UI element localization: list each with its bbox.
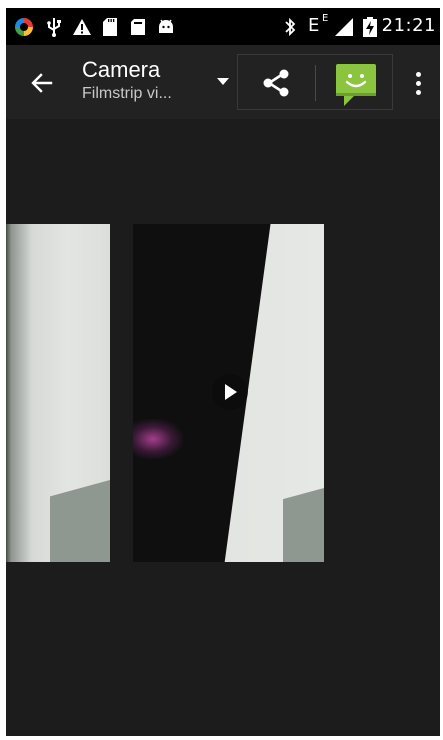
share-to-messaging-button[interactable] bbox=[332, 60, 380, 108]
battery-charging-icon bbox=[360, 17, 380, 37]
page-title: Camera bbox=[82, 57, 161, 82]
play-button[interactable] bbox=[212, 374, 248, 410]
arrow-left-icon bbox=[31, 73, 53, 93]
android-debug-icon bbox=[156, 17, 176, 37]
more-vert-icon bbox=[415, 71, 421, 77]
share-icon bbox=[263, 69, 289, 97]
bluetooth-icon bbox=[280, 17, 300, 37]
filmstrip-video-current[interactable] bbox=[133, 224, 324, 562]
messaging-app-icon bbox=[336, 64, 376, 106]
usb-icon bbox=[44, 17, 64, 37]
page-subtitle: Filmstrip vi... bbox=[82, 85, 172, 102]
sync-app-icon bbox=[14, 17, 34, 37]
status-bar: E E 21:21 bbox=[6, 8, 440, 45]
camera-screen: E E 21:21 Camera Filmstrip vi... bbox=[6, 8, 440, 736]
photo-shadow bbox=[50, 480, 110, 562]
back-button[interactable] bbox=[26, 67, 58, 99]
sim-card-icon bbox=[128, 17, 148, 37]
warning-icon bbox=[72, 17, 92, 37]
signal-icon bbox=[334, 17, 354, 37]
title-dropdown[interactable]: Camera Filmstrip vi... bbox=[82, 57, 222, 109]
network-type-label: E bbox=[308, 15, 320, 36]
sd-card-icon bbox=[100, 17, 120, 37]
play-icon bbox=[225, 384, 237, 400]
status-clock: 21:21 bbox=[381, 15, 436, 36]
video-thumbnail-shadow bbox=[283, 488, 324, 562]
network-type-sup: E bbox=[322, 13, 329, 24]
overflow-menu-button[interactable] bbox=[408, 67, 428, 99]
filmstrip-photo-previous[interactable] bbox=[6, 224, 110, 562]
light-glow bbox=[133, 419, 183, 459]
action-bar: Camera Filmstrip vi... bbox=[6, 45, 440, 119]
dropdown-arrow-icon[interactable] bbox=[216, 77, 230, 87]
action-divider bbox=[315, 65, 316, 101]
share-button[interactable] bbox=[256, 63, 296, 103]
